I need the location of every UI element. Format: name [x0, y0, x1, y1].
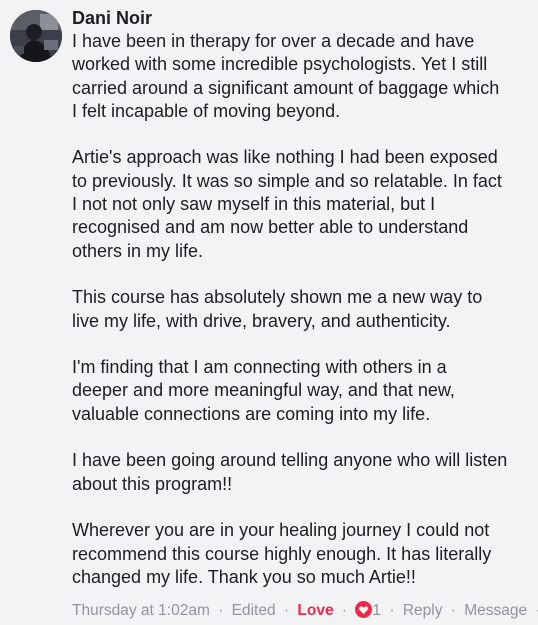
comment-paragraph: Artie's approach was like nothing I had … — [72, 147, 502, 261]
reaction-summary[interactable]: 1 — [355, 601, 382, 619]
comment-paragraph: Wherever you are in your healing journey… — [72, 520, 492, 587]
message-button[interactable]: Message — [464, 602, 527, 619]
comment-paragraph: I have been in therapy for over a decade… — [72, 31, 500, 121]
separator: · — [450, 602, 456, 619]
separator: · — [283, 602, 290, 619]
comment-paragraph: I have been going around telling anyone … — [72, 450, 508, 494]
timestamp[interactable]: Thursday at 1:02am — [72, 602, 210, 619]
comment-meta-bar: Thursday at 1:02am · Edited · Love · 1 ·… — [72, 601, 538, 621]
separator: · — [341, 602, 348, 619]
avatar-photo — [10, 10, 62, 62]
comment-content: Dani Noir I have been in therapy for ove… — [72, 6, 532, 589]
reply-button[interactable]: Reply — [403, 602, 443, 619]
comment: Dani Noir I have been in therapy for ove… — [0, 0, 538, 625]
author-name[interactable]: Dani Noir — [72, 6, 532, 30]
heart-icon — [355, 601, 373, 618]
love-reaction-button[interactable]: Love — [297, 602, 333, 619]
comment-body: I have been in therapy for over a decade… — [72, 30, 532, 589]
avatar[interactable] — [10, 10, 62, 62]
reaction-count: 1 — [372, 602, 382, 619]
edited-label[interactable]: Edited — [232, 602, 276, 619]
comment-paragraph: I'm finding that I am connecting with ot… — [72, 357, 455, 424]
separator: · — [389, 602, 395, 619]
comment-paragraph: This course has absolutely shown me a ne… — [72, 287, 483, 331]
separator: · — [218, 602, 224, 619]
